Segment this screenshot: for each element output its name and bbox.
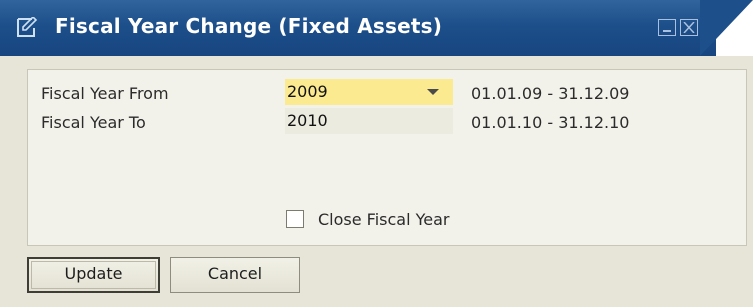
fiscal-year-to-range: 01.01.10 - 31.12.10	[471, 113, 630, 132]
fiscal-year-from-range: 01.01.09 - 31.12.09	[471, 84, 630, 103]
form-icon	[17, 15, 39, 37]
fiscal-year-to-field[interactable]: 2010	[285, 108, 453, 134]
update-button[interactable]: Update	[27, 257, 160, 293]
fiscal-year-to-value: 2010	[287, 111, 328, 130]
close-icon[interactable]	[680, 19, 698, 36]
close-fiscal-year-checkbox[interactable]	[286, 210, 304, 228]
fiscal-year-from-select[interactable]: 2009	[285, 79, 453, 105]
fiscal-year-to-label: Fiscal Year To	[41, 113, 146, 132]
minimize-icon[interactable]	[658, 19, 676, 36]
fiscal-year-from-value: 2009	[287, 82, 328, 101]
cancel-button[interactable]: Cancel	[170, 257, 300, 293]
title-bar[interactable]: Fiscal Year Change (Fixed Assets)	[0, 0, 753, 56]
chevron-down-icon[interactable]	[427, 89, 439, 95]
fiscal-year-from-label: Fiscal Year From	[41, 84, 169, 103]
window-title: Fiscal Year Change (Fixed Assets)	[55, 14, 443, 38]
close-fiscal-year-label[interactable]: Close Fiscal Year	[318, 210, 450, 229]
fiscal-year-change-window: Fiscal Year Change (Fixed Assets) Fiscal…	[0, 0, 753, 307]
